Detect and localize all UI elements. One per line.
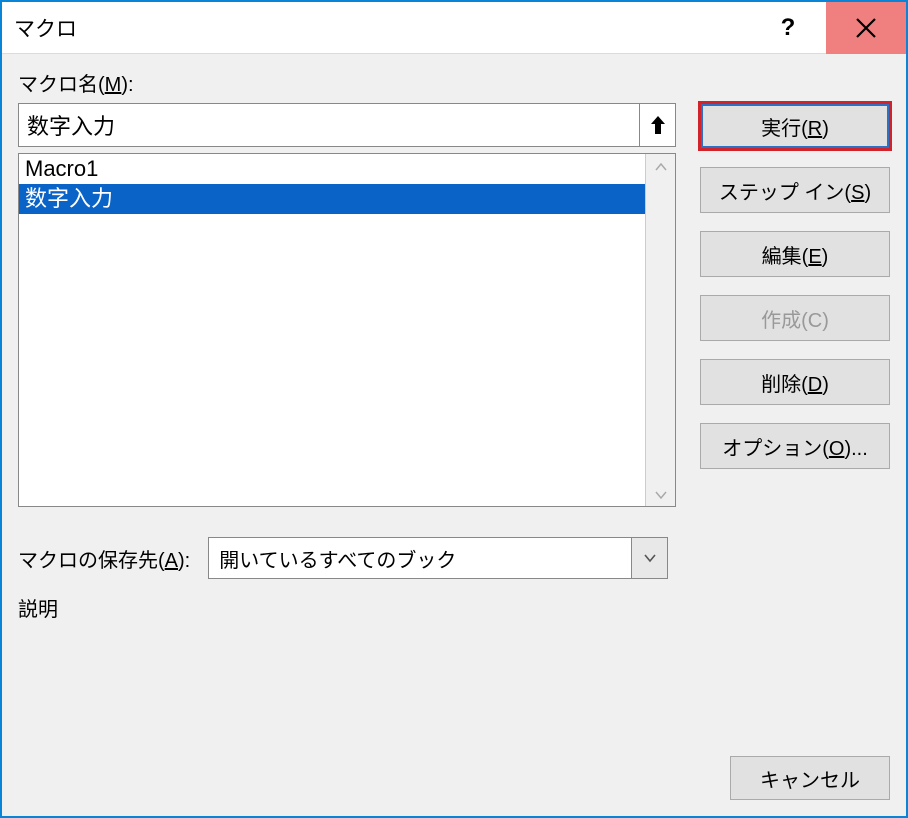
dropdown-button[interactable] (631, 538, 667, 578)
macro-name-input-wrap (18, 103, 676, 147)
macro-list: Macro1 数字入力 (18, 153, 676, 507)
delete-button[interactable]: 削除(D) (700, 359, 890, 405)
scroll-up-icon[interactable] (655, 158, 667, 174)
scroll-down-icon[interactable] (655, 486, 667, 502)
step-in-button[interactable]: ステップ イン(S) (700, 167, 890, 213)
dialog-body: マクロ名(M): Macro1 数字入力 (2, 54, 906, 816)
help-icon: ? (781, 14, 796, 42)
left-column: Macro1 数字入力 (18, 103, 676, 507)
run-button[interactable]: 実行(R) (700, 103, 890, 149)
dialog-title: マクロ (2, 13, 750, 43)
bottom-row: キャンセル (18, 716, 890, 800)
close-button[interactable] (826, 2, 906, 54)
macro-name-label: マクロ名(M): (18, 68, 890, 97)
save-location-value: 開いているすべてのブック (209, 538, 631, 578)
reference-edit-button[interactable] (639, 104, 675, 146)
help-button[interactable]: ? (750, 2, 826, 54)
macro-list-items: Macro1 数字入力 (19, 154, 645, 506)
create-button: 作成(C) (700, 295, 890, 341)
save-location-row: マクロの保存先(A): 開いているすべてのブック (18, 537, 890, 579)
macro-dialog: マクロ ? マクロ名(M): (0, 0, 908, 818)
macro-name-input[interactable] (19, 104, 639, 146)
arrow-up-icon (648, 113, 668, 137)
description-label: 説明 (18, 593, 890, 622)
right-column: 実行(R) ステップ イン(S) 編集(E) 作成(C) 削除(D) オプション… (700, 103, 890, 469)
save-location-label: マクロの保存先(A): (18, 544, 190, 573)
titlebar: マクロ ? (2, 2, 906, 54)
close-icon (853, 15, 879, 41)
save-location-select[interactable]: 開いているすべてのブック (208, 537, 668, 579)
edit-button[interactable]: 編集(E) (700, 231, 890, 277)
options-button[interactable]: オプション(O)... (700, 423, 890, 469)
chevron-down-icon (643, 553, 657, 563)
scrollbar[interactable] (645, 154, 675, 506)
main-row: Macro1 数字入力 実行(R) (18, 103, 890, 507)
cancel-button[interactable]: キャンセル (730, 756, 890, 800)
list-item[interactable]: 数字入力 (19, 184, 645, 214)
list-item[interactable]: Macro1 (19, 154, 645, 184)
